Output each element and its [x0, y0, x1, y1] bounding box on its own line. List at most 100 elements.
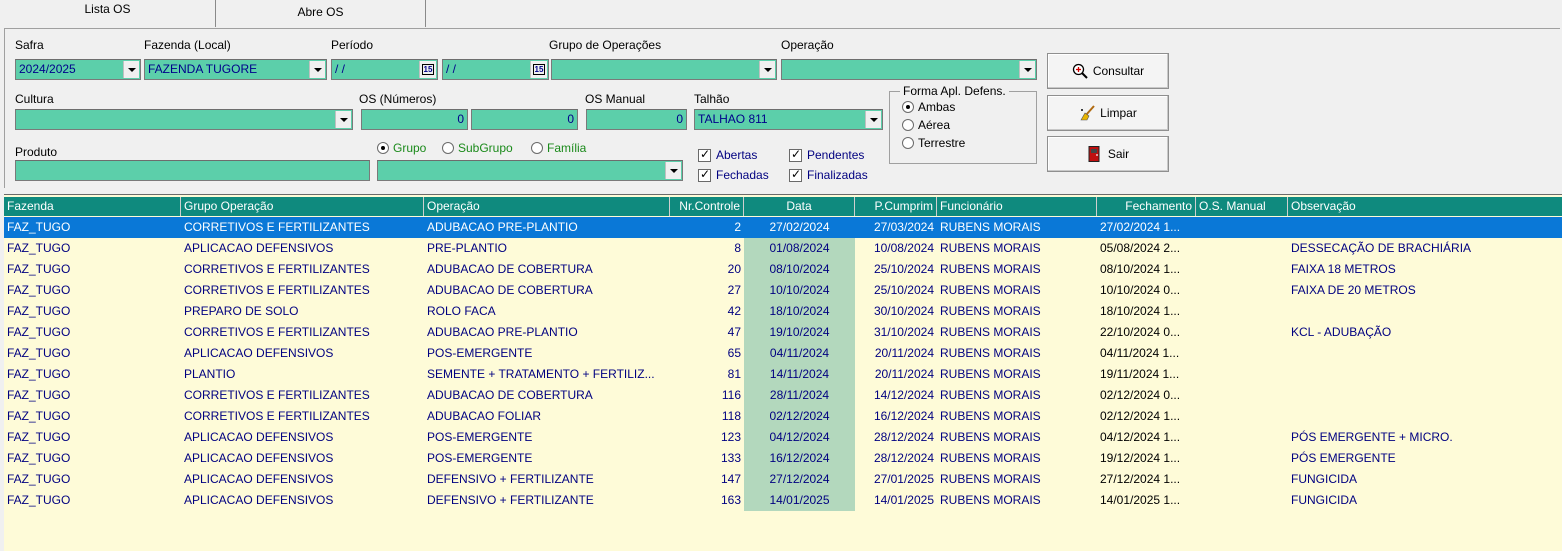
chevron-down-icon[interactable]	[665, 162, 681, 179]
cell-nr-controle: 8	[734, 241, 741, 255]
radio-ambas[interactable]: Ambas	[902, 100, 955, 114]
chevron-down-icon[interactable]	[309, 61, 325, 78]
table-row[interactable]: FAZ_TUGO APLICACAO DEFENSIVOS PRE-PLANTIO 8…	[4, 238, 1562, 259]
cell-funcionario: RUBENS MORAIS	[940, 325, 1041, 339]
table-row[interactable]: FAZ_TUGO CORRETIVOS E FERTILIZANTES ADUBAC…	[4, 217, 1562, 238]
table-row[interactable]: FAZ_TUGO CORRETIVOS E FERTILIZANTES ADUBAC…	[4, 385, 1562, 406]
cell-fazenda: FAZ_TUGO	[7, 262, 71, 276]
table-row[interactable]: FAZ_TUGO CORRETIVOS E FERTILIZANTES ADUBAC…	[4, 259, 1562, 280]
col-operacao[interactable]: Operação	[424, 197, 670, 216]
cell-data: 14/01/2025	[744, 490, 855, 511]
cell-grupo-operacao: CORRETIVOS E FERTILIZANTES	[184, 283, 370, 297]
cell-fechamento: 02/12/2024 0...	[1100, 388, 1181, 402]
cell-fechamento: 14/01/2025 1...	[1100, 493, 1181, 507]
radio-off-icon	[902, 137, 914, 149]
table-row[interactable]: FAZ_TUGO CORRETIVOS E FERTILIZANTES ADUBAC…	[4, 280, 1562, 301]
radio-familia[interactable]: Família	[531, 141, 586, 155]
periodo-start-field[interactable]: / / 15	[331, 59, 438, 80]
cell-fechamento: 04/11/2024 1...	[1100, 346, 1180, 360]
check-pendentes[interactable]: Pendentes	[789, 147, 865, 162]
tab-bar: Lista OS Abre OS	[0, 0, 1562, 27]
col-fechamento[interactable]: Fechamento	[1097, 197, 1196, 216]
cell-p-cumprim: 14/12/2024	[873, 388, 934, 402]
table-row[interactable]: FAZ_TUGO CORRETIVOS E FERTILIZANTES ADUBAC…	[4, 406, 1562, 427]
chevron-down-icon[interactable]	[759, 61, 775, 78]
chevron-down-icon[interactable]	[123, 61, 139, 78]
tab-abre-os[interactable]: Abre OS	[216, 0, 426, 27]
produto-tipo-select[interactable]	[377, 160, 683, 181]
safra-select[interactable]: 2024/2025	[15, 59, 141, 80]
chevron-down-icon[interactable]	[865, 111, 881, 128]
col-os-manual[interactable]: O.S. Manual	[1196, 197, 1288, 216]
col-nr-controle[interactable]: Nr.Controle	[670, 197, 744, 216]
cell-observacao: DESSECAÇÃO DE BRACHIÁRIA	[1291, 241, 1472, 255]
os-from-field[interactable]: 0	[361, 109, 468, 130]
check-abertas[interactable]: Abertas	[698, 147, 757, 162]
tab-lista-os[interactable]: Lista OS	[0, 0, 216, 27]
grupo-operacoes-select[interactable]	[551, 59, 777, 80]
col-funcionario[interactable]: Funcionário	[937, 197, 1097, 216]
calendar-icon[interactable]: 15	[419, 61, 436, 78]
radio-terrestre[interactable]: Terrestre	[902, 136, 965, 150]
cell-data: 28/11/2024	[744, 385, 855, 406]
radio-grupo[interactable]: Grupo	[377, 141, 426, 155]
table-row[interactable]: FAZ_TUGO CORRETIVOS E FERTILIZANTES ADUBAC…	[4, 322, 1562, 343]
os-to-field[interactable]: 0	[471, 109, 578, 130]
os-grid[interactable]: Fazenda Grupo Operação Operação Nr.Contr…	[4, 194, 1562, 551]
cell-data: 02/12/2024	[744, 406, 855, 427]
cell-os-manual	[1196, 490, 1288, 511]
col-fazenda[interactable]: Fazenda	[4, 197, 181, 216]
calendar-icon[interactable]: 15	[530, 61, 547, 78]
filter-panel: Safra Fazenda (Local) Período Grupo de O…	[4, 28, 1560, 188]
check-finalizadas-label: Finalizadas	[807, 168, 868, 182]
cell-operacao: SEMENTE + TRATAMENTO + FERTILIZ...	[427, 367, 655, 381]
check-fechadas[interactable]: Fechadas	[698, 167, 769, 182]
check-pendentes-label: Pendentes	[807, 148, 865, 162]
cell-grupo-operacao: APLICACAO DEFENSIVOS	[184, 472, 334, 486]
cell-fazenda: FAZ_TUGO	[7, 220, 71, 234]
table-row[interactable]: FAZ_TUGO PLANTIO SEMENTE + TRATAMENTO + FE…	[4, 364, 1562, 385]
cell-os-manual	[1196, 217, 1288, 238]
col-observacao[interactable]: Observação	[1288, 197, 1562, 216]
table-row[interactable]: FAZ_TUGO APLICACAO DEFENSIVOS DEFENSIVO + …	[4, 469, 1562, 490]
col-p-cumprim[interactable]: P.Cumprim	[855, 197, 937, 216]
fazenda-select[interactable]: FAZENDA TUGORE	[144, 59, 327, 80]
chevron-down-icon[interactable]	[1019, 61, 1035, 78]
radio-subgrupo[interactable]: SubGrupo	[442, 141, 513, 155]
cultura-select[interactable]	[15, 109, 353, 130]
col-grupo-operacao[interactable]: Grupo Operação	[181, 197, 424, 216]
cell-fechamento: 18/10/2024 1...	[1100, 304, 1181, 318]
cell-operacao: ADUBACAO DE COBERTURA	[427, 388, 593, 402]
cell-operacao: ADUBACAO FOLIAR	[427, 409, 542, 423]
cell-os-manual	[1196, 427, 1288, 448]
cell-fechamento: 27/12/2024 1...	[1100, 472, 1181, 486]
periodo-end-field[interactable]: / / 15	[442, 59, 549, 80]
magnifier-icon	[1072, 63, 1088, 79]
table-row[interactable]: FAZ_TUGO APLICACAO DEFENSIVOS POS-EMERGENT…	[4, 427, 1562, 448]
cell-funcionario: RUBENS MORAIS	[940, 283, 1041, 297]
os-manual-field[interactable]: 0	[586, 109, 687, 130]
table-row[interactable]: FAZ_TUGO APLICACAO DEFENSIVOS DEFENSIVO + …	[4, 490, 1562, 511]
cell-fazenda: FAZ_TUGO	[7, 346, 71, 360]
consultar-button[interactable]: Consultar	[1047, 53, 1169, 89]
radio-aerea[interactable]: Aérea	[902, 118, 950, 132]
sair-button[interactable]: Sair	[1047, 136, 1169, 172]
operacao-select[interactable]	[781, 59, 1037, 80]
cell-grupo-operacao: APLICACAO DEFENSIVOS	[184, 493, 334, 507]
cell-funcionario: RUBENS MORAIS	[940, 472, 1041, 486]
radio-familia-label: Família	[547, 141, 587, 155]
limpar-button[interactable]: Limpar	[1047, 95, 1169, 131]
talhao-select[interactable]: TALHAO 811	[694, 109, 883, 130]
cell-nr-controle: 147	[720, 472, 741, 486]
table-row[interactable]: FAZ_TUGO PREPARO DE SOLO ROLO FACA 42 18/10/…	[4, 301, 1562, 322]
check-finalizadas[interactable]: Finalizadas	[789, 167, 868, 182]
check-fechadas-label: Fechadas	[716, 168, 769, 182]
table-row[interactable]: FAZ_TUGO APLICACAO DEFENSIVOS POS-EMERGENT…	[4, 343, 1562, 364]
chevron-down-icon[interactable]	[335, 111, 351, 128]
cell-fechamento: 27/02/2024 1...	[1100, 220, 1181, 234]
cell-nr-controle: 20	[727, 262, 741, 276]
cell-funcionario: RUBENS MORAIS	[940, 388, 1041, 402]
col-data[interactable]: Data	[744, 197, 855, 216]
table-row[interactable]: FAZ_TUGO APLICACAO DEFENSIVOS POS-EMERGENT…	[4, 448, 1562, 469]
produto-field[interactable]	[15, 160, 370, 181]
